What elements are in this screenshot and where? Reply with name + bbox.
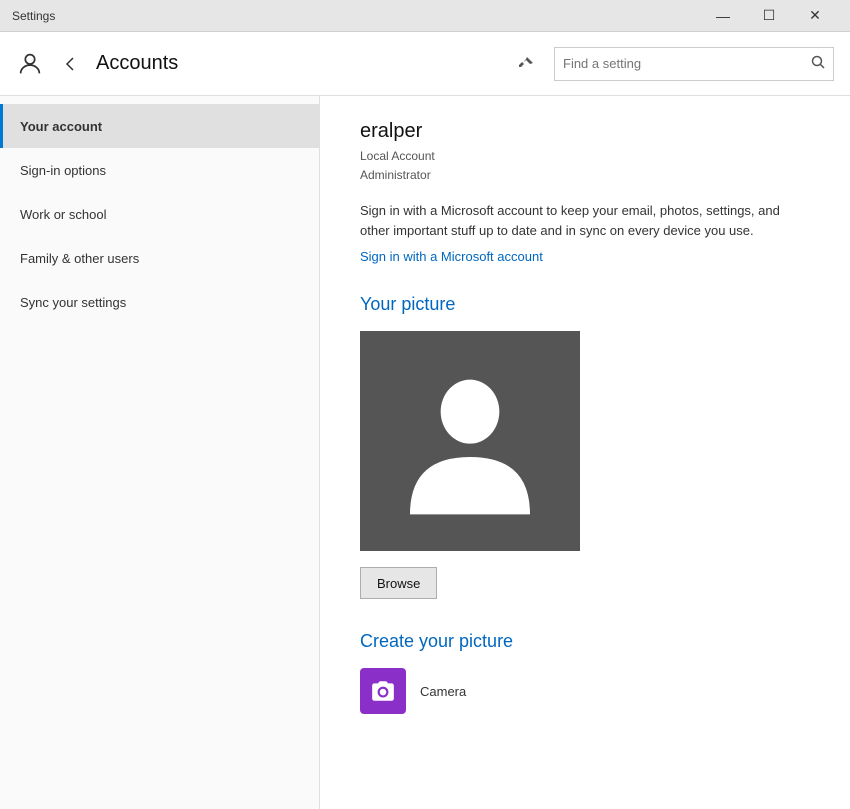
app-header: Accounts — [0, 32, 850, 96]
default-avatar-icon — [400, 361, 540, 521]
search-box — [554, 47, 834, 81]
user-icon — [16, 50, 44, 78]
signin-description: Sign in with a Microsoft account to keep… — [360, 201, 810, 240]
search-input[interactable] — [563, 56, 805, 71]
main-content: Your account Sign-in options Work or sch… — [0, 96, 850, 809]
browse-button[interactable]: Browse — [360, 567, 437, 599]
pin-button[interactable] — [510, 48, 542, 80]
create-picture-title: Create your picture — [360, 631, 810, 652]
sidebar-item-family-other-users[interactable]: Family & other users — [0, 236, 319, 280]
sidebar-item-your-account[interactable]: Your account — [0, 104, 319, 148]
app-title-label: Settings — [12, 9, 55, 23]
back-button[interactable] — [56, 50, 84, 78]
window-controls: — ☐ ✕ — [700, 0, 838, 32]
camera-icon-box — [360, 668, 406, 714]
search-icon[interactable] — [811, 55, 825, 72]
close-button[interactable]: ✕ — [792, 0, 838, 32]
sidebar-item-work-or-school[interactable]: Work or school — [0, 192, 319, 236]
camera-label: Camera — [420, 684, 466, 699]
app-container: Accounts Your account Sign-in options — [0, 32, 850, 809]
maximize-button[interactable]: ☐ — [746, 0, 792, 32]
page-title: Accounts — [96, 52, 498, 75]
sidebar-item-sign-in-options[interactable]: Sign-in options — [0, 148, 319, 192]
minimize-button[interactable]: — — [700, 0, 746, 32]
content-area: eralper Local Account Administrator Sign… — [320, 96, 850, 809]
sidebar-item-sync-settings[interactable]: Sync your settings — [0, 280, 319, 324]
camera-item[interactable]: Camera — [360, 668, 810, 714]
sidebar: Your account Sign-in options Work or sch… — [0, 96, 320, 809]
account-type-label: Local Account Administrator — [360, 147, 810, 185]
title-bar: Settings — ☐ ✕ — [0, 0, 850, 32]
avatar-box — [360, 331, 580, 551]
signin-link[interactable]: Sign in with a Microsoft account — [360, 249, 543, 264]
camera-icon — [370, 678, 396, 704]
your-picture-title: Your picture — [360, 294, 810, 315]
username-label: eralper — [360, 120, 810, 143]
